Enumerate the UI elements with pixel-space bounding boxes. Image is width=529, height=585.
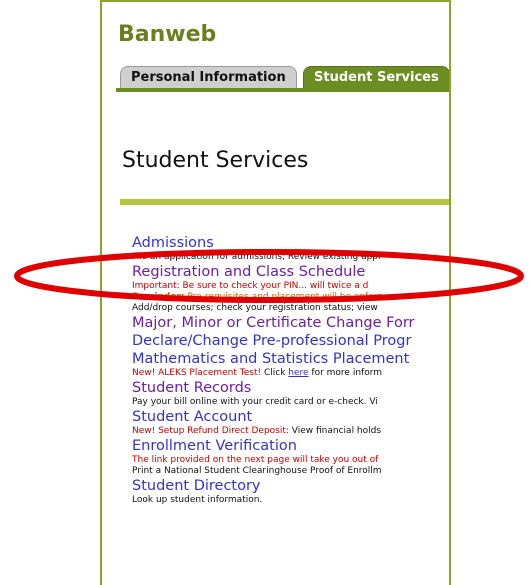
admissions-link[interactable]: Admissions	[132, 234, 449, 252]
menu-item-registration: Registration and Class Schedule Importan…	[132, 263, 449, 314]
account-note-post: View financial holds	[288, 426, 382, 436]
aleks-notice: New! ALEKS Placement Test!	[132, 368, 262, 378]
title-divider	[120, 199, 449, 205]
enrollment-verification-link[interactable]: Enrollment Verification	[132, 437, 449, 455]
menu-item-major: Major, Minor or Certificate Change Forr	[132, 314, 449, 332]
student-records-link[interactable]: Student Records	[132, 379, 449, 397]
student-account-link[interactable]: Student Account	[132, 408, 449, 426]
registration-reminder: Reminder: Pre-requisites and placement w…	[132, 292, 449, 303]
banweb-frame: Banweb Personal Information Student Serv…	[100, 0, 451, 585]
brand-title: Banweb	[118, 22, 217, 47]
enrollment-desc: Print a National Student Clearinghouse P…	[132, 466, 382, 476]
admissions-desc: File an application for admissions; Revi…	[132, 252, 381, 262]
menu-item-enrollment: Enrollment Verification The link provide…	[132, 437, 449, 477]
tab-personal-information[interactable]: Personal Information	[120, 66, 297, 89]
page-title: Student Services	[122, 148, 309, 173]
reminder-label: Reminder:	[132, 292, 185, 302]
menu-item-records: Student Records Pay your bill online wit…	[132, 379, 449, 408]
enrollment-warning: The link provided on the next page will …	[132, 455, 379, 465]
student-directory-link[interactable]: Student Directory	[132, 477, 449, 495]
menu-item-declare: Declare/Change Pre-professional Progr	[132, 332, 449, 350]
major-change-link[interactable]: Major, Minor or Certificate Change Forr	[132, 314, 449, 332]
account-note: New! Setup Refund Direct Deposit: View f…	[132, 426, 449, 437]
directory-desc: Look up student information.	[132, 495, 263, 505]
menu-item-directory: Student Directory Look up student inform…	[132, 477, 449, 506]
refund-notice: New! Setup Refund Direct Deposit:	[132, 426, 289, 436]
reminder-text: Pre-requisites and placement will be enf…	[184, 292, 383, 302]
tab-student-services[interactable]: Student Services	[303, 66, 449, 89]
math-here-link[interactable]: here	[288, 368, 308, 378]
math-note-post: for more inform	[308, 368, 383, 378]
services-menu: Admissions File an application for admis…	[132, 234, 449, 506]
menu-item-math-placement: Mathematics and Statistics Placement New…	[132, 350, 449, 379]
records-desc: Pay your bill online with your credit ca…	[132, 397, 378, 407]
registration-desc: Add/drop courses; check your registratio…	[132, 303, 378, 313]
math-note-pre: Click	[261, 368, 289, 378]
registration-important: Important: Be sure to check your PIN... …	[132, 281, 369, 291]
tab-underline	[116, 88, 449, 92]
math-placement-link[interactable]: Mathematics and Statistics Placement	[132, 350, 449, 368]
registration-link[interactable]: Registration and Class Schedule	[132, 263, 449, 281]
menu-item-account: Student Account New! Setup Refund Direct…	[132, 408, 449, 437]
declare-program-link[interactable]: Declare/Change Pre-professional Progr	[132, 332, 449, 350]
menu-item-admissions: Admissions File an application for admis…	[132, 234, 449, 263]
tab-bar: Personal Information Student Services	[120, 66, 449, 89]
math-note: New! ALEKS Placement Test! Click here fo…	[132, 368, 449, 379]
